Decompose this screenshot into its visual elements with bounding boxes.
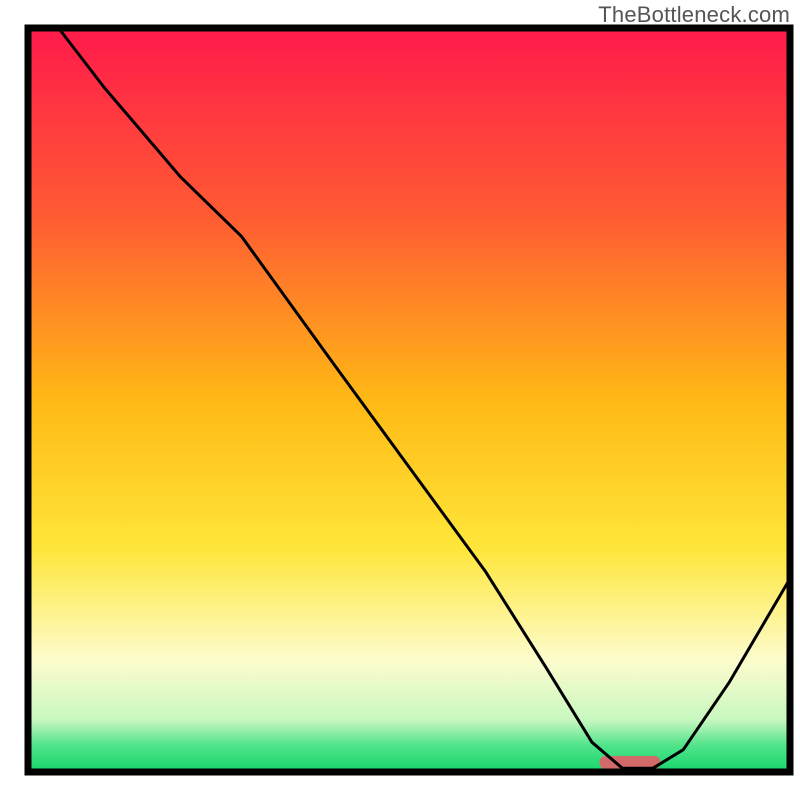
bottleneck-chart	[0, 0, 800, 800]
chart-container: TheBottleneck.com	[0, 0, 800, 800]
gradient-background	[28, 28, 790, 772]
watermark-label: TheBottleneck.com	[598, 2, 790, 28]
plot-area	[28, 28, 790, 772]
